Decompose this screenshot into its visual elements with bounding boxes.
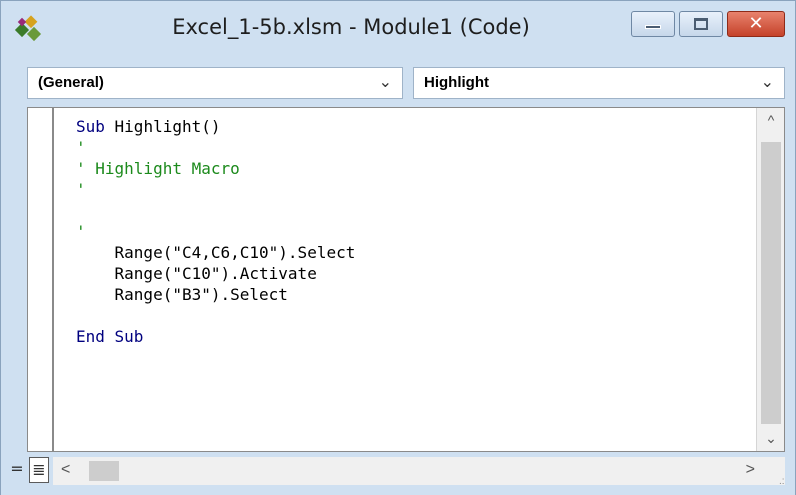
chevron-down-icon: ⌄: [760, 74, 774, 91]
procedure-dropdown[interactable]: Highlight ⌄: [413, 67, 785, 99]
code-line[interactable]: End Sub: [76, 326, 756, 347]
code-text: Range("B3").Select: [76, 285, 288, 304]
code-text: Range("C10").Activate: [76, 264, 317, 283]
code-text: Range("C4,C6,C10").Select: [76, 243, 356, 262]
procedure-view-button[interactable]: =: [7, 457, 27, 483]
code-text: Highlight(): [104, 117, 221, 136]
maximize-button[interactable]: [679, 11, 723, 37]
scroll-down-icon[interactable]: ⌄: [757, 430, 785, 447]
code-line[interactable]: ': [76, 179, 756, 200]
full-module-view-button[interactable]: ≣: [29, 457, 49, 483]
minimize-icon: [645, 25, 661, 29]
code-comment: ': [76, 138, 86, 157]
procedure-dropdown-value: Highlight: [424, 74, 489, 91]
horizontal-scrollbar[interactable]: < >: [53, 457, 785, 485]
maximize-icon: [694, 18, 708, 30]
code-line[interactable]: [76, 200, 756, 221]
horizontal-scroll-thumb[interactable]: [89, 461, 119, 481]
object-dropdown[interactable]: (General) ⌄: [27, 67, 403, 99]
code-comment: ' Highlight Macro: [76, 159, 240, 178]
scroll-right-icon[interactable]: >: [746, 461, 755, 479]
title-bar[interactable]: Excel_1-5b.xlsm - Module1 (Code) ✕: [1, 1, 795, 57]
scroll-up-icon[interactable]: ^: [757, 112, 785, 128]
code-line[interactable]: Range("B3").Select: [76, 284, 756, 305]
minimize-button[interactable]: [631, 11, 675, 37]
margin-indicator-bar[interactable]: [28, 108, 54, 451]
vertical-scrollbar[interactable]: ^ ⌄: [756, 108, 784, 451]
code-line[interactable]: Range("C4,C6,C10").Select: [76, 242, 756, 263]
code-line[interactable]: ': [76, 137, 756, 158]
code-window: Excel_1-5b.xlsm - Module1 (Code) ✕ (Gene…: [0, 0, 796, 495]
close-icon: ✕: [748, 13, 764, 34]
window-title: Excel_1-5b.xlsm - Module1 (Code): [172, 15, 530, 39]
code-keyword: End Sub: [76, 327, 144, 346]
code-line[interactable]: ' Highlight Macro: [76, 158, 756, 179]
vertical-scroll-thumb[interactable]: [761, 142, 781, 424]
bottom-bar: = ≣ < > .:: [1, 453, 795, 495]
chevron-down-icon: ⌄: [378, 74, 392, 91]
resize-grip-icon[interactable]: .:: [779, 477, 791, 489]
code-line[interactable]: [76, 305, 756, 326]
code-line[interactable]: Range("C10").Activate: [76, 263, 756, 284]
close-button[interactable]: ✕: [727, 11, 785, 37]
code-line[interactable]: Sub Highlight(): [76, 116, 756, 137]
code-keyword: Sub: [76, 117, 105, 136]
vba-module-icon: [14, 15, 42, 42]
scroll-left-icon[interactable]: <: [61, 461, 70, 479]
code-comment: ': [76, 180, 86, 199]
code-text[interactable]: Sub Highlight() ' ' Highlight Macro ' ' Rang…: [76, 116, 756, 347]
code-comment: ': [76, 222, 86, 241]
code-editor[interactable]: Sub Highlight() ' ' Highlight Macro ' ' Rang…: [27, 107, 785, 452]
object-dropdown-value: (General): [38, 74, 104, 91]
code-line[interactable]: ': [76, 221, 756, 242]
